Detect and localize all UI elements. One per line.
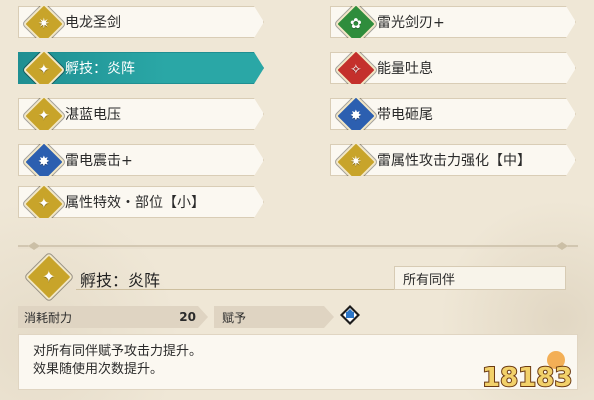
- skill-item[interactable]: ✿ 雷光剑刃+: [330, 6, 576, 38]
- trainee-figure-icon: ✦: [23, 95, 65, 137]
- trainee-figure-icon: ✦: [23, 49, 65, 91]
- skill-item-selected[interactable]: ✦ 孵技：炎阵: [18, 52, 264, 84]
- description-box: 对所有同伴赋予攻击力提升。 效果随使用次数提升。: [18, 334, 578, 390]
- grant-label: 赋予: [222, 310, 247, 325]
- trainee-figure-icon: ✦: [24, 252, 74, 302]
- skill-item[interactable]: ✦ 属性特效・部位【小】: [18, 186, 264, 218]
- stamina-label: 消耗耐力: [24, 310, 73, 325]
- sword-emblem-icon: ✷: [23, 3, 65, 45]
- skill-label: 带电砸尾: [377, 107, 433, 123]
- skill-item[interactable]: ✸ 雷电震击+: [18, 144, 264, 176]
- skill-label: 雷属性攻击力强化【中】: [377, 153, 531, 169]
- blue-tile-icon: [340, 305, 360, 325]
- skill-item[interactable]: ✸ 带电砸尾: [330, 98, 576, 130]
- detail-title: 孵技：炎阵: [80, 271, 161, 290]
- stamina-cost: 消耗耐力 20: [18, 306, 208, 328]
- stamina-value: 20: [179, 310, 196, 324]
- section-divider: [18, 242, 578, 250]
- description-line: 对所有同伴赋予攻击力提升。: [33, 344, 203, 359]
- sword-emblem-icon: ✷: [335, 141, 377, 183]
- skill-item[interactable]: ✷ 电龙圣剑: [18, 6, 264, 38]
- leaf-blade-icon: ✿: [335, 3, 377, 45]
- skill-label: 属性特效・部位【小】: [65, 195, 205, 211]
- detail-header: ✦ 孵技：炎阵: [18, 252, 396, 302]
- detail-title-underline: [76, 289, 396, 290]
- skill-label: 孵技：炎阵: [65, 61, 135, 77]
- burst-figure-icon: ✸: [335, 95, 377, 137]
- trainee-figure-icon: ✦: [23, 183, 65, 225]
- skill-label: 雷光剑刃+: [377, 15, 445, 31]
- recipient-box: 所有同伴: [394, 266, 566, 290]
- recipient-text: 所有同伴: [403, 272, 456, 288]
- skill-label: 能量吐息: [377, 61, 433, 77]
- burst-figure-icon: ✸: [23, 141, 65, 183]
- skill-item[interactable]: ✦ 湛蓝电压: [18, 98, 264, 130]
- description-line: 效果随使用次数提升。: [33, 362, 164, 377]
- skill-label: 雷电震击+: [65, 153, 133, 169]
- skill-item[interactable]: ✧ 能量吐息: [330, 52, 576, 84]
- grant-row: 赋予: [214, 306, 334, 328]
- skill-label: 湛蓝电压: [65, 107, 121, 123]
- figure-up-icon: ✧: [335, 49, 377, 91]
- game-menu-screen: ✷ 电龙圣剑 ✦ 孵技：炎阵 ✦ 湛蓝电压 ✸ 雷电震击+ ✦ 属性特效・部位【…: [0, 0, 594, 400]
- skill-item[interactable]: ✷ 雷属性攻击力强化【中】: [330, 144, 576, 176]
- skill-label: 电龙圣剑: [65, 15, 121, 31]
